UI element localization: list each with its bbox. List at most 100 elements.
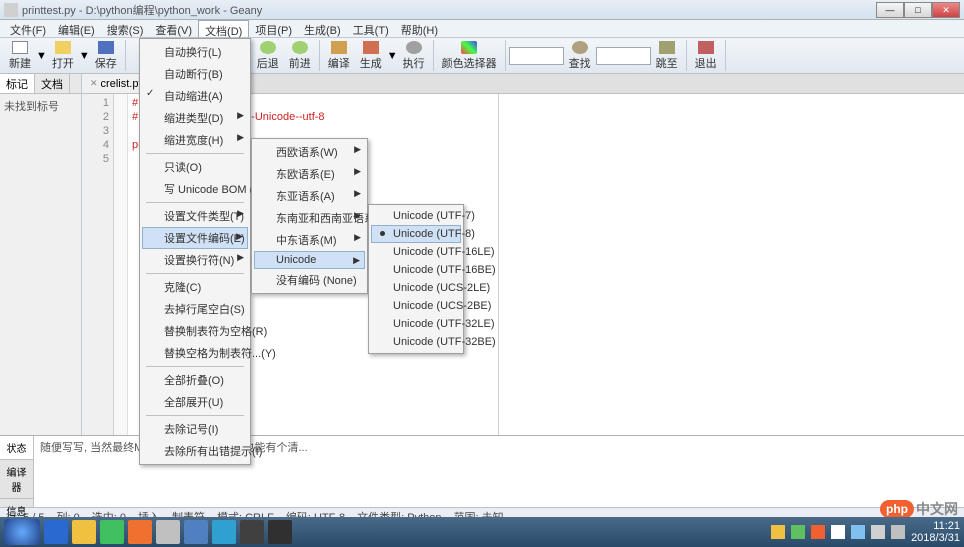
minimize-button[interactable]: —	[876, 2, 904, 18]
menu-item[interactable]: 去除所有出错提示(I)	[142, 440, 248, 462]
window-title: printtest.py - D:\python编程\python_work -…	[22, 2, 876, 18]
dropdown-arrow-icon[interactable]: ▼	[79, 50, 90, 62]
menu-item[interactable]: 工具(T)	[347, 20, 395, 37]
bottom-panel-tab[interactable]: 编译器	[0, 460, 33, 499]
menu-item[interactable]: 帮助(H)	[395, 20, 444, 37]
tray-icon[interactable]	[851, 525, 865, 539]
menu-item[interactable]: 全部展开(U)	[142, 391, 248, 413]
taskbar-app-icon[interactable]	[128, 520, 152, 544]
bottom-panel-tab[interactable]: 状态	[0, 436, 33, 460]
menu-item[interactable]: Unicode (UCS-2LE)	[371, 279, 461, 297]
taskbar-ie-icon[interactable]	[44, 520, 68, 544]
menu-item[interactable]: 自动断行(B)	[142, 63, 248, 85]
tray-volume-icon[interactable]	[891, 525, 905, 539]
maximize-button[interactable]: □	[904, 2, 932, 18]
build-button[interactable]: 生成	[355, 40, 387, 72]
menu-item[interactable]: 全部折叠(O)	[142, 369, 248, 391]
menu-item[interactable]: 文件(F)	[4, 20, 52, 37]
line-number-gutter: 12345	[82, 94, 114, 435]
compile-button[interactable]: 编译	[323, 40, 355, 72]
dropdown-arrow-icon[interactable]: ▼	[36, 50, 47, 62]
menu-item[interactable]: Unicode (UTF-32LE)	[371, 315, 461, 333]
code-line[interactable]: # ：文档--设置文件编码--Unicode--utf-8	[132, 110, 960, 124]
menu-item[interactable]: 只读(O)	[142, 156, 248, 178]
menu-item[interactable]: 缩进宽度(H)▶	[142, 129, 248, 151]
menu-item[interactable]: 没有编码 (None)	[254, 269, 365, 291]
menu-item[interactable]: 缩进类型(D)▶	[142, 107, 248, 129]
print-margin-line	[498, 94, 499, 435]
menu-item[interactable]: Unicode (UTF-16BE)	[371, 261, 461, 279]
menu-item[interactable]: 设置换行符(N)▶	[142, 249, 248, 271]
menu-item[interactable]: 中东语系(M)▶	[254, 229, 365, 251]
nav-back-button[interactable]: 后退	[252, 40, 284, 72]
menu-item[interactable]: Unicode (UTF-7)	[371, 207, 461, 225]
taskbar-app-icon[interactable]	[212, 520, 236, 544]
menu-item[interactable]: 东亚语系(A)▶	[254, 185, 365, 207]
menu-item[interactable]: 西欧语系(W)▶	[254, 141, 365, 163]
menu-item[interactable]: 设置文件类型(T)▶	[142, 205, 248, 227]
menu-item[interactable]: 编辑(E)	[52, 20, 101, 37]
submenu-arrow-icon: ▶	[354, 210, 361, 221]
find-button[interactable]: 查找	[564, 40, 596, 72]
menu-separator	[146, 202, 244, 203]
new-button[interactable]: 新建	[4, 40, 36, 72]
menu-item[interactable]: Unicode (UTF-32BE)	[371, 333, 461, 351]
taskbar-app-icon[interactable]	[268, 520, 292, 544]
code-line[interactable]	[132, 124, 960, 138]
sidebar-tab[interactable]: 标记	[0, 74, 35, 93]
nav-forward-button[interactable]: 前进	[284, 40, 316, 72]
dropdown-arrow-icon[interactable]: ▼	[387, 50, 398, 62]
system-clock[interactable]: 11:21 2018/3/31	[911, 520, 960, 544]
menu-item[interactable]: 自动换行(L)	[142, 41, 248, 63]
taskbar-app-icon[interactable]	[184, 520, 208, 544]
taskbar-app-icon[interactable]	[156, 520, 180, 544]
menu-item[interactable]: Unicode (UCS-2BE)	[371, 297, 461, 315]
taskbar-app-icon[interactable]	[240, 520, 264, 544]
tray-icon[interactable]	[811, 525, 825, 539]
goto-button[interactable]: 跳至	[651, 40, 683, 72]
menu-item[interactable]: 去掉行尾空白(S)	[142, 298, 248, 320]
submenu-arrow-icon: ▶	[354, 166, 361, 177]
menu-item[interactable]: 生成(B)	[298, 20, 347, 37]
menu-item[interactable]: 查看(V)	[149, 20, 198, 37]
run-button[interactable]: 执行	[398, 40, 430, 72]
exit-button[interactable]: 退出	[690, 40, 722, 72]
open-button[interactable]: 打开	[47, 40, 79, 72]
submenu-arrow-icon: ▶	[354, 232, 361, 243]
goto-input[interactable]	[596, 47, 651, 65]
menu-item[interactable]: 文档(D)	[198, 20, 249, 37]
menu-item[interactable]: 东欧语系(E)▶	[254, 163, 365, 185]
start-button[interactable]	[4, 519, 40, 545]
menu-item[interactable]: Unicode (UTF-8)	[371, 225, 461, 243]
menu-item[interactable]: Unicode (UTF-16LE)	[371, 243, 461, 261]
close-tab-icon[interactable]: ✕	[90, 78, 98, 89]
app-icon	[4, 3, 18, 17]
menu-item[interactable]: 替换空格为制表符...(Y)	[142, 342, 248, 364]
watermark: php 中文网	[880, 499, 958, 519]
code-line[interactable]: #	[132, 96, 960, 110]
taskbar-app-icon[interactable]	[100, 520, 124, 544]
taskbar-explorer-icon[interactable]	[72, 520, 96, 544]
menu-item[interactable]: 东南亚和西南亚语系(S)▶	[254, 207, 365, 229]
marker-column	[114, 94, 128, 435]
menu-item[interactable]: Unicode▶	[254, 251, 365, 269]
tray-icon[interactable]	[871, 525, 885, 539]
tray-icon[interactable]	[831, 525, 845, 539]
menu-item[interactable]: 替换制表符为空格(R)	[142, 320, 248, 342]
menu-item[interactable]: 项目(P)	[249, 20, 298, 37]
menu-item[interactable]: 克隆(C)	[142, 276, 248, 298]
menu-item[interactable]: 搜索(S)	[101, 20, 150, 37]
find-input[interactable]	[509, 47, 564, 65]
sidebar-tab[interactable]: 文档	[35, 74, 70, 93]
save-button[interactable]: 保存	[90, 40, 122, 72]
watermark-logo: php	[880, 500, 914, 518]
tray-icon[interactable]	[771, 525, 785, 539]
menu-item[interactable]: 写 Unicode BOM (W)	[142, 178, 248, 200]
menu-item[interactable]: ✓自动缩进(A)	[142, 85, 248, 107]
sidebar-content: 未找到标号	[0, 94, 81, 118]
tray-icon[interactable]	[791, 525, 805, 539]
close-button[interactable]: ✕	[932, 2, 960, 18]
menu-item[interactable]: 去除记号(I)	[142, 418, 248, 440]
menu-item[interactable]: 设置文件编码(E)▶	[142, 227, 248, 249]
color-picker-button[interactable]: 颜色选择器	[437, 40, 502, 72]
